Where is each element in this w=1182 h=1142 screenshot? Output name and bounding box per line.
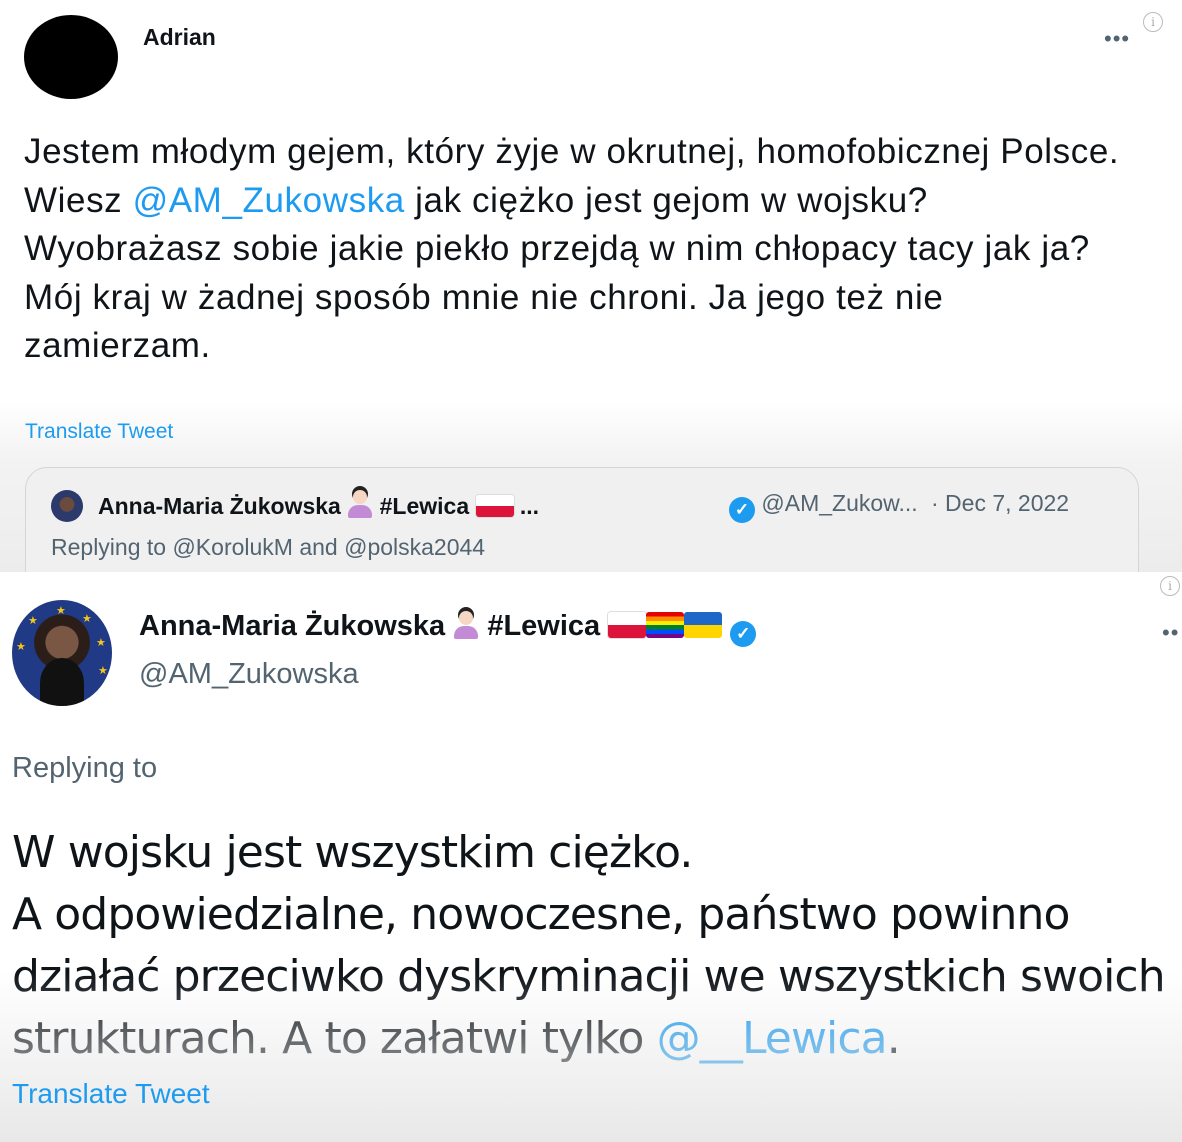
tweet-line: strukturach. A to załatwi tylko @__Lewic… <box>12 1008 1182 1070</box>
bottom-tweet-card: i •• ★ ★ ★ ★ ★ ★ Anna-Maria Żukowska #Le… <box>0 572 1182 1142</box>
author-name[interactable]: Adrian <box>143 24 216 51</box>
rainbow-flag-icon <box>646 612 685 638</box>
ukraine-flag-icon <box>684 612 723 638</box>
author-name-text: Anna-Maria Żukowska <box>139 610 446 642</box>
poland-flag-icon <box>475 495 514 517</box>
info-icon[interactable]: i <box>1143 12 1163 32</box>
quoted-date[interactable]: · Dec 7, 2022 <box>931 490 1069 517</box>
verified-badge-icon: ✓ <box>730 621 757 647</box>
top-tweet-card: Adrian ••• i Jestem młodym gejem, który … <box>0 0 1182 572</box>
hashtag-text: #Lewica <box>487 610 601 642</box>
name-ellipsis: ... <box>519 493 540 519</box>
avatar[interactable] <box>51 490 83 522</box>
translate-tweet-link[interactable]: Translate Tweet <box>12 1078 210 1110</box>
author-name[interactable]: Anna-Maria Żukowska #Lewica ✓ <box>139 610 757 647</box>
info-icon[interactable]: i <box>1160 576 1180 596</box>
mention-link[interactable]: @AM_Zukowska <box>133 181 405 220</box>
hashtag-text: #Lewica <box>379 493 470 519</box>
translate-tweet-link[interactable]: Translate Tweet <box>25 420 173 444</box>
person-emoji-icon <box>347 490 373 518</box>
more-options-icon[interactable]: •• <box>1162 622 1179 644</box>
tweet-text-part: . <box>886 1013 901 1064</box>
avatar[interactable]: ★ ★ ★ ★ ★ ★ <box>12 600 112 706</box>
quoted-handle[interactable]: ✓ @AM_Zukow... <box>729 490 918 523</box>
more-options-icon[interactable]: ••• <box>1104 28 1130 50</box>
author-handle[interactable]: @AM_Zukowska <box>139 658 359 691</box>
replying-to-text: Replying to @KorolukM and @polska2044 <box>51 534 486 560</box>
quoted-tweet[interactable]: Anna-Maria Żukowska #Lewica ... ✓ @AM_Zu… <box>25 467 1139 572</box>
tweet-line: A odpowiedzialne, nowoczesne, państwo po… <box>12 889 1070 940</box>
replying-to-text: Replying to <box>12 752 158 784</box>
avatar[interactable] <box>24 15 118 99</box>
tweet-text: W wojsku jest wszystkim ciężko. A odpowi… <box>12 822 1182 1070</box>
poland-flag-icon <box>608 612 647 638</box>
mention-link[interactable]: @__Lewica <box>657 1013 888 1064</box>
tweet-text-part: strukturach. A to załatwi tylko <box>12 1013 657 1064</box>
tweet-line: działać przeciwko dyskryminacji we wszys… <box>12 951 1166 1002</box>
quoted-author-name[interactable]: Anna-Maria Żukowska #Lewica ... <box>98 490 539 520</box>
verified-badge-icon: ✓ <box>729 497 755 523</box>
author-name-text: Anna-Maria Żukowska <box>98 493 341 519</box>
tweet-text: Jestem młodym gejem, który żyje w okrutn… <box>24 128 1134 371</box>
tweet-line: W wojsku jest wszystkim ciężko. <box>12 827 693 878</box>
person-emoji-icon <box>453 611 479 639</box>
handle-text: @AM_Zukow... <box>761 490 918 516</box>
